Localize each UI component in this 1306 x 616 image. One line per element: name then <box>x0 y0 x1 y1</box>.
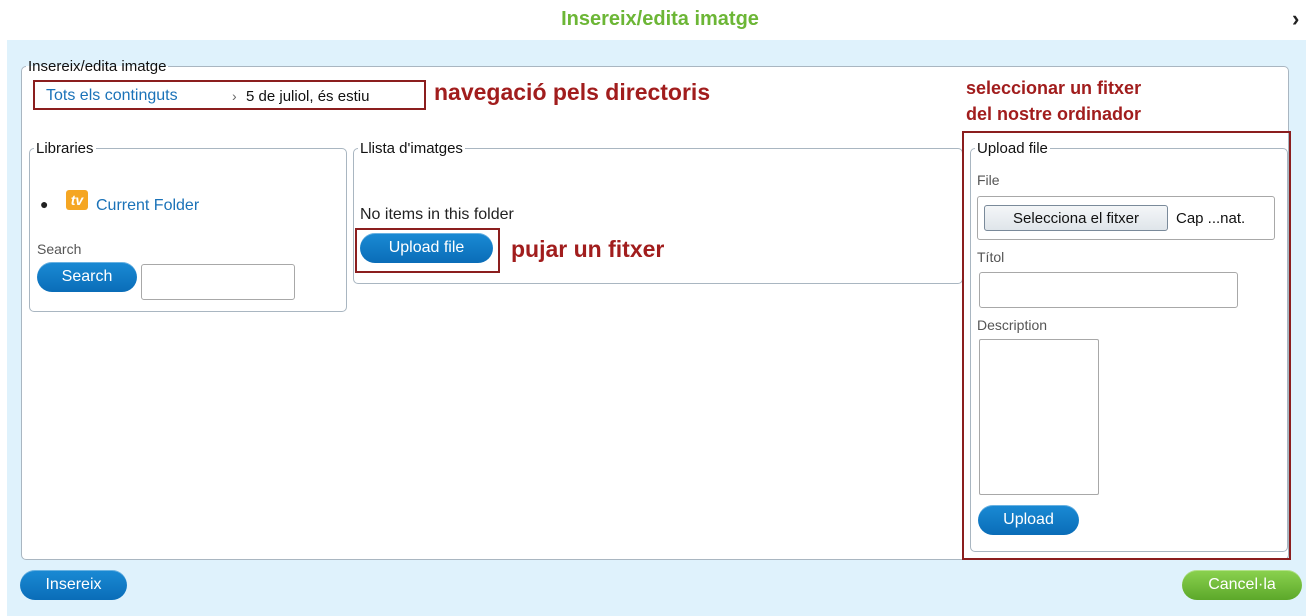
dialog-title: Insereix/edita imatge <box>561 8 759 30</box>
main-fieldset-legend: Insereix/edita imatge <box>28 58 167 75</box>
title-input[interactable] <box>979 272 1238 308</box>
annotation-select-file-line1: seleccionar un fitxer <box>966 78 1142 98</box>
title-label: Títol <box>977 249 1005 265</box>
breadcrumb-current: 5 de juliol, és estiu <box>246 88 370 105</box>
insert-button[interactable]: Insereix <box>20 570 127 600</box>
annotation-navigation: navegació pels directoris <box>434 79 711 105</box>
annotation-select-file-line2: del nostre ordinador <box>966 104 1142 124</box>
list-bullet: ● <box>40 196 49 212</box>
search-button[interactable]: Search <box>37 262 137 292</box>
search-label: Search <box>37 241 82 257</box>
breadcrumb-separator: › <box>232 88 237 104</box>
upload-file-button[interactable]: Upload file <box>360 233 493 263</box>
current-folder-link[interactable]: Current Folder <box>96 197 199 215</box>
close-icon[interactable]: › <box>1292 6 1299 32</box>
empty-folder-message: No items in this folder <box>360 206 514 223</box>
image-list-legend: Llista d'imatges <box>360 140 463 157</box>
description-label: Description <box>977 317 1048 333</box>
search-input[interactable] <box>141 264 295 300</box>
description-textarea[interactable] <box>979 339 1099 495</box>
no-file-chosen-text: Cap ...nat. <box>1176 210 1246 227</box>
file-label: File <box>977 172 1000 188</box>
upload-panel-legend: Upload file <box>977 140 1048 157</box>
cancel-button[interactable]: Cancel·la <box>1182 570 1302 600</box>
libraries-legend: Libraries <box>36 140 94 157</box>
annotation-upload-a-file: pujar un fitxer <box>511 236 665 262</box>
breadcrumb-root-link[interactable]: Tots els continguts <box>46 87 178 105</box>
folder-tv-icon: tv <box>66 190 88 210</box>
upload-button[interactable]: Upload <box>978 505 1079 535</box>
choose-file-button[interactable]: Selecciona el fitxer <box>984 205 1168 231</box>
